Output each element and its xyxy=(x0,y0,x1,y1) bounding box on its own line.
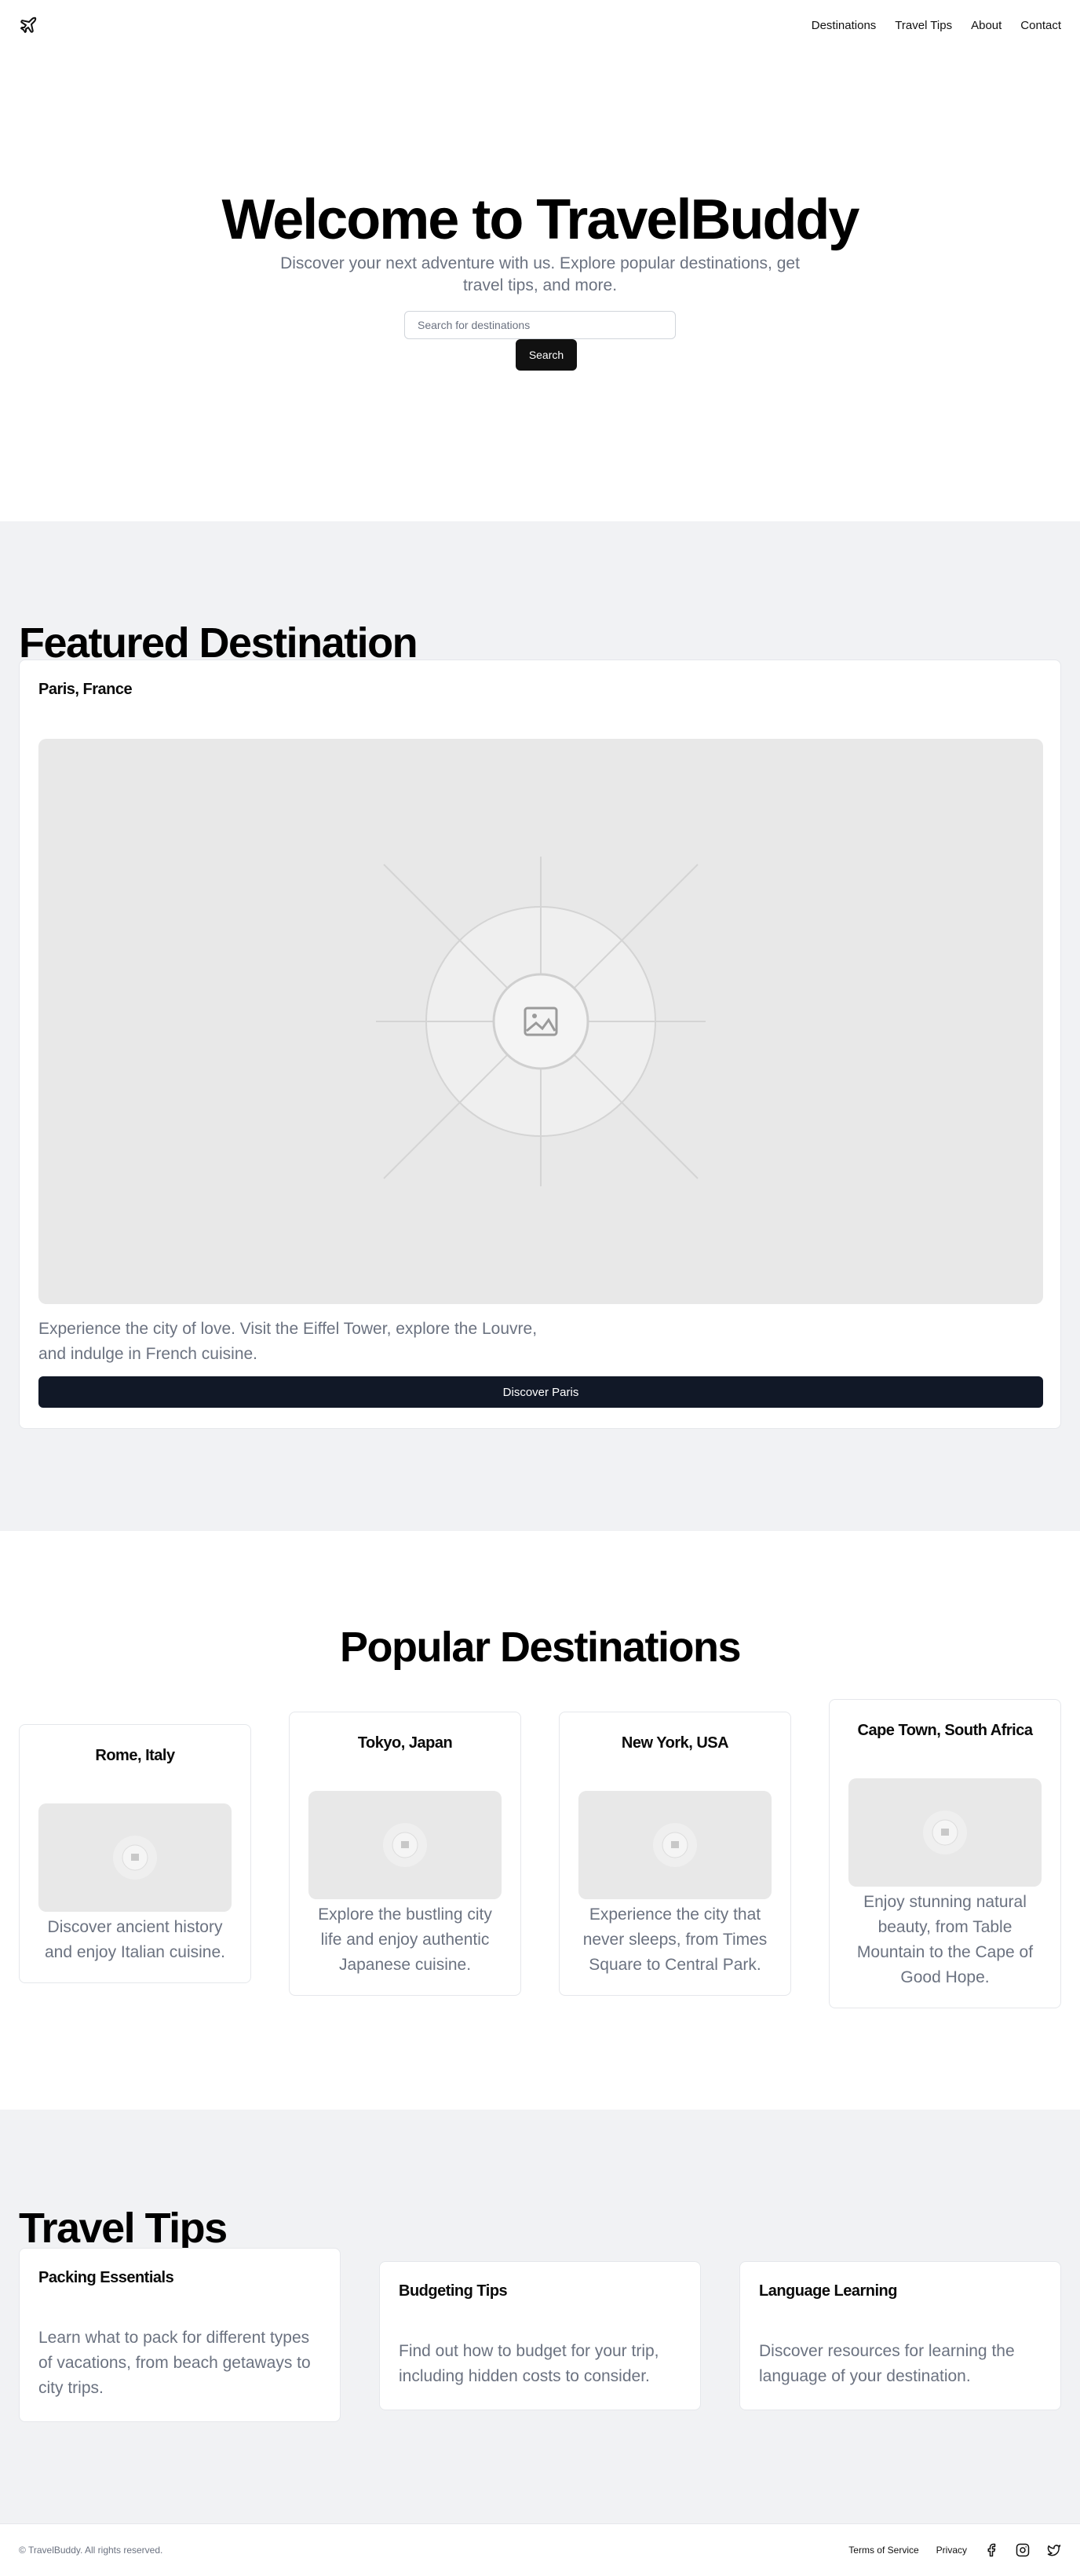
popular-section: Popular Destinations Rome, Italy Discove… xyxy=(0,1531,1080,2110)
featured-card: Paris, France Experience the city of lov… xyxy=(19,660,1061,1429)
facebook-icon[interactable] xyxy=(984,2543,998,2557)
site-footer: © TravelBuddy. All rights reserved. Term… xyxy=(0,2523,1080,2576)
featured-section: Featured Destination Paris, France Exper… xyxy=(0,521,1080,1531)
destination-image-placeholder xyxy=(38,1803,232,1912)
tip-card-language[interactable]: Language Learning Discover resources for… xyxy=(739,2261,1061,2410)
nav-travel-tips[interactable]: Travel Tips xyxy=(895,19,952,32)
nav-contact[interactable]: Contact xyxy=(1020,19,1061,32)
hero-subtitle: Discover your next adventure with us. Ex… xyxy=(280,254,800,294)
destination-card-title: Cape Town, South Africa xyxy=(857,1722,1033,1739)
search-button[interactable]: Search xyxy=(516,339,577,371)
tip-card-packing[interactable]: Packing Essentials Learn what to pack fo… xyxy=(19,2248,341,2422)
destination-image-placeholder xyxy=(848,1778,1042,1887)
destination-image-placeholder xyxy=(578,1791,772,1899)
destination-card-title: Tokyo, Japan xyxy=(357,1734,453,1752)
travel-tips-heading: Travel Tips xyxy=(19,2205,228,2252)
featured-image-placeholder xyxy=(38,739,1043,1304)
image-placeholder-icon xyxy=(653,1823,697,1867)
hero-section: Welcome to TravelBuddy Discover your nex… xyxy=(0,50,1080,521)
image-placeholder-icon xyxy=(383,1823,427,1867)
hero-title: Welcome to TravelBuddy xyxy=(221,188,860,251)
tip-card-description: Discover resources for learning the lang… xyxy=(759,2342,1015,2385)
destination-card-new-york[interactable]: New York, USA Experience the city that n… xyxy=(559,1712,791,1996)
destination-card-description: Discover ancient history and enjoy Itali… xyxy=(45,1918,225,1961)
image-placeholder-icon xyxy=(923,1811,967,1854)
destination-card-title: New York, USA xyxy=(621,1734,729,1752)
tip-card-description: Find out how to budget for your trip, in… xyxy=(399,2342,659,2385)
terms-link[interactable]: Terms of Service xyxy=(848,2545,918,2556)
destination-card-tokyo[interactable]: Tokyo, Japan Explore the bustling city l… xyxy=(289,1712,521,1996)
destination-card-description: Explore the bustling city life and enjoy… xyxy=(318,1906,492,1974)
main-nav: Destinations Travel Tips About Contact xyxy=(812,19,1061,32)
image-placeholder-icon xyxy=(113,1836,157,1880)
destination-card-description: Enjoy stunning natural beauty, from Tabl… xyxy=(856,1893,1034,1986)
featured-description: Experience the city of love. Visit the E… xyxy=(38,1320,538,1363)
destination-image-placeholder xyxy=(308,1791,502,1899)
privacy-link[interactable]: Privacy xyxy=(936,2545,967,2556)
search-input[interactable] xyxy=(404,311,676,339)
destination-card-cape-town[interactable]: Cape Town, South Africa Enjoy stunning n… xyxy=(829,1699,1061,2008)
instagram-icon[interactable] xyxy=(1016,2543,1030,2557)
copyright-text: © TravelBuddy. All rights reserved. xyxy=(19,2545,163,2556)
travel-tips-section: Travel Tips Packing Essentials Learn wha… xyxy=(0,2110,1080,2523)
tip-card-budgeting[interactable]: Budgeting Tips Find out how to budget fo… xyxy=(379,2261,701,2410)
image-placeholder-icon xyxy=(376,857,706,1186)
popular-heading: Popular Destinations xyxy=(339,1624,742,1671)
nav-destinations[interactable]: Destinations xyxy=(812,19,877,32)
footer-links: Terms of Service Privacy xyxy=(848,2543,1061,2557)
destination-card-description: Experience the city that never sleeps, f… xyxy=(582,1906,768,1974)
plane-logo-icon[interactable] xyxy=(19,16,38,35)
tip-card-title: Packing Essentials xyxy=(38,2269,174,2286)
destination-card-title: Rome, Italy xyxy=(95,1747,175,1764)
tip-card-title: Budgeting Tips xyxy=(399,2282,508,2300)
featured-card-title: Paris, France xyxy=(38,681,133,698)
destination-card-rome[interactable]: Rome, Italy Discover ancient history and… xyxy=(19,1724,251,1983)
nav-about[interactable]: About xyxy=(971,19,1002,32)
tip-card-title: Language Learning xyxy=(759,2282,897,2300)
discover-paris-button[interactable]: Discover Paris xyxy=(38,1376,1043,1408)
twitter-icon[interactable] xyxy=(1047,2543,1061,2557)
tip-card-description: Learn what to pack for different types o… xyxy=(38,2329,311,2397)
site-header: Destinations Travel Tips About Contact xyxy=(0,0,1080,50)
